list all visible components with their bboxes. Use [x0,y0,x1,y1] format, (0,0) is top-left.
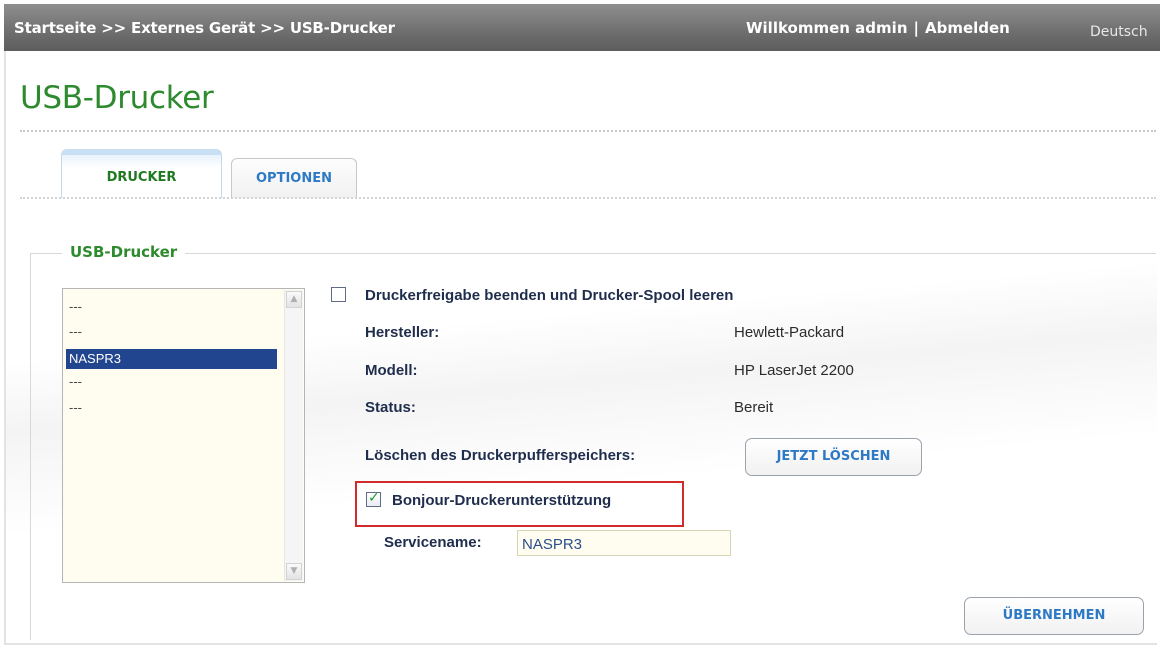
clear-now-button[interactable]: JETZT LÖSCHEN [745,438,922,476]
list-item[interactable]: --- [66,372,277,392]
stop-sharing-label: Druckerfreigabe beenden und Drucker-Spoo… [365,287,734,304]
service-name-input[interactable] [517,530,731,556]
top-bar: Startseite >> Externes Gerät >> USB-Druc… [4,4,1160,51]
separator: | [913,19,919,37]
bonjour-label: Bonjour-Druckerunterstützung [392,492,612,509]
bonjour-checkbox[interactable]: ✓ [366,490,381,507]
clear-spool-label: Löschen des Druckerpufferspeichers: [365,447,636,464]
manufacturer-value: Hewlett-Packard [734,324,845,341]
list-item[interactable]: --- [66,398,277,418]
model-label: Modell: [365,362,418,379]
language-selector[interactable]: Deutsch [1090,24,1148,40]
scroll-down-icon[interactable]: ▼ [286,563,302,580]
stop-sharing-checkbox[interactable] [331,287,346,302]
listbox-scrollbar[interactable]: ▲ ▼ [284,290,303,581]
welcome-text: Willkommen admin [746,19,908,37]
list-item-selected[interactable]: NASPR3 [66,349,277,369]
list-item[interactable]: --- [66,297,277,317]
user-menu: Willkommen admin | Abmelden [746,19,1010,37]
model-value: HP LaserJet 2200 [734,362,854,379]
service-name-label: Servicename: [384,534,482,551]
title-divider [20,130,1156,132]
apply-button[interactable]: ÜBERNEHMEN [964,597,1144,635]
status-label: Status: [365,399,416,416]
page-title: USB-Drucker [20,80,214,116]
list-item[interactable]: --- [66,322,277,342]
tab-divider [20,197,1156,199]
tab-drucker[interactable]: DRUCKER [61,149,222,198]
breadcrumb[interactable]: Startseite >> Externes Gerät >> USB-Druc… [14,19,395,37]
checkmark-icon: ✓ [368,490,380,506]
scroll-up-icon[interactable]: ▲ [286,291,302,308]
logout-link[interactable]: Abmelden [925,19,1010,37]
manufacturer-label: Hersteller: [365,324,440,341]
tab-optionen[interactable]: OPTIONEN [231,158,357,198]
group-legend: USB-Drucker [62,243,186,261]
status-value: Bereit [734,399,774,416]
printer-listbox[interactable]: --- --- NASPR3 --- --- ▲ ▼ [62,288,305,583]
